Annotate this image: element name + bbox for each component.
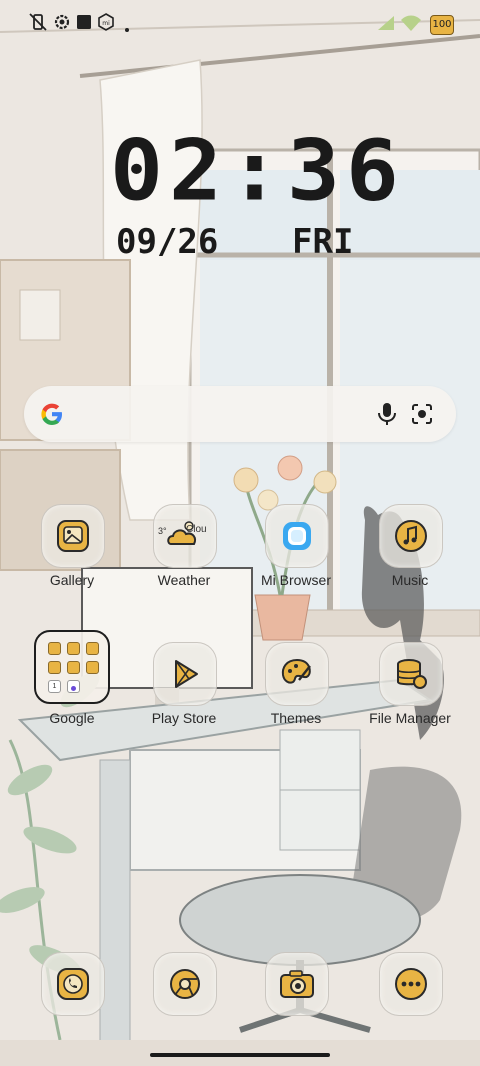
lens-icon[interactable] [410, 402, 434, 431]
battery-indicator: 100 [430, 15, 454, 35]
dock-camera[interactable] [240, 952, 329, 1016]
status-bar: mi 100 [0, 0, 480, 48]
google-search-bar[interactable] [24, 386, 456, 442]
phone-icon [57, 968, 89, 1000]
signal-icon [376, 14, 396, 37]
file-manager-icon [397, 659, 427, 689]
app-mi-browser[interactable]: Mi Browser [240, 504, 352, 616]
weather-condition: Clou [186, 524, 207, 535]
app-weather[interactable]: 3° Clou Weather [128, 504, 240, 616]
mi-logo-icon: mi [97, 12, 115, 37]
app-label: Google [49, 710, 95, 726]
clock-date: 09/26 [116, 222, 219, 262]
app-label: Gallery [49, 572, 95, 588]
app-file-manager[interactable]: File Manager [354, 642, 466, 754]
wifi-icon [400, 14, 422, 37]
chrome-icon [170, 969, 200, 999]
app-label: Weather [157, 572, 211, 588]
play-store-icon [175, 660, 198, 688]
app-play-store[interactable]: Play Store [128, 642, 240, 754]
app-label: Play Store [151, 710, 217, 726]
weather-icon [167, 521, 196, 545]
dot-icon [124, 20, 130, 38]
app-music[interactable]: Music [354, 504, 466, 616]
clock-weekday: FRI [292, 222, 354, 262]
dock-phone[interactable] [16, 952, 105, 1016]
app-label: File Manager [369, 710, 451, 726]
app-label: Mi Browser [260, 572, 331, 588]
google-g-icon [38, 400, 66, 433]
app-google: Google [16, 642, 128, 754]
app-themes[interactable]: Themes [240, 642, 352, 754]
app-gallery[interactable]: Gallery [16, 504, 128, 616]
settings-gear-icon [53, 12, 71, 37]
more-icon [395, 968, 427, 1000]
camera-icon [280, 970, 314, 998]
mic-icon[interactable] [376, 402, 398, 431]
dock-more[interactable] [354, 952, 443, 1016]
square-notification-icon [76, 14, 92, 35]
app-label: Themes [270, 710, 322, 726]
browser-icon [283, 522, 311, 550]
weather-temp: 3° [158, 526, 167, 536]
app-label: Music [391, 572, 429, 588]
vibrate-off-icon [28, 12, 48, 37]
gallery-icon [57, 520, 89, 552]
clock-time[interactable]: 02:36 [110, 129, 399, 213]
music-icon [395, 520, 427, 552]
themes-icon [281, 658, 311, 684]
dock-chrome[interactable] [128, 952, 217, 1016]
svg-text:mi: mi [102, 20, 110, 27]
gesture-nav-bar[interactable] [150, 1053, 330, 1057]
